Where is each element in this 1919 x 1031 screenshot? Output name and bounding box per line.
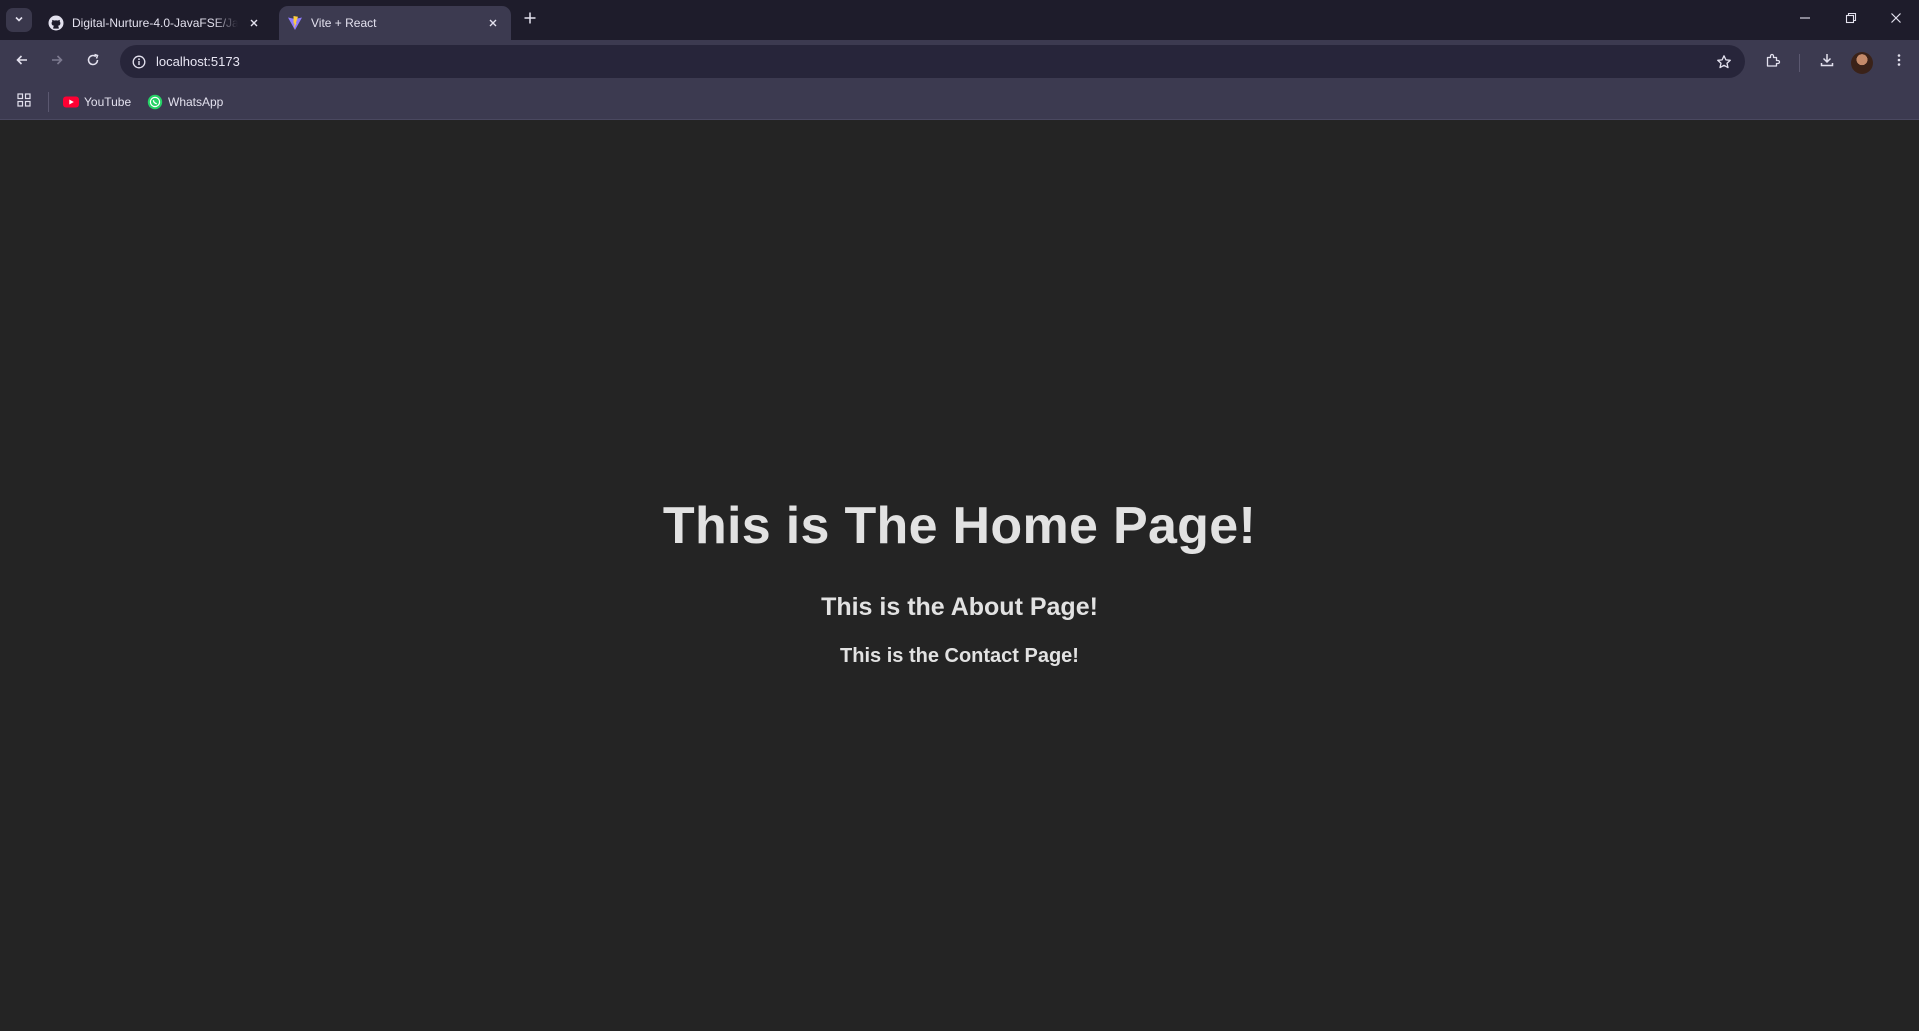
contact-heading: This is the Contact Page! xyxy=(840,645,1079,667)
bookmarks-bar: YouTube WhatsApp xyxy=(0,84,1919,120)
toolbar-divider xyxy=(1799,54,1800,72)
back-button[interactable] xyxy=(9,49,35,75)
tab-title: Vite + React xyxy=(311,16,377,30)
minimize-icon xyxy=(1799,11,1811,29)
minimize-button[interactable] xyxy=(1782,0,1828,40)
arrow-right-icon xyxy=(50,53,64,72)
plus-icon xyxy=(523,11,537,30)
reload-icon xyxy=(86,53,100,72)
bookmark-whatsapp[interactable]: WhatsApp xyxy=(147,90,223,114)
bookmark-star-icon[interactable] xyxy=(1713,51,1735,73)
home-heading: This is The Home Page! xyxy=(662,497,1257,555)
site-info-icon[interactable] xyxy=(128,51,150,73)
apps-button[interactable] xyxy=(15,92,33,112)
arrow-left-icon xyxy=(15,53,29,72)
reload-button[interactable] xyxy=(80,49,106,75)
tab-github[interactable]: Digital-Nurture-4.0-JavaFSE/Jav xyxy=(40,6,272,40)
restore-icon xyxy=(1845,11,1857,29)
puzzle-icon xyxy=(1765,52,1781,73)
about-heading: This is the About Page! xyxy=(821,593,1098,621)
bookmark-youtube[interactable]: YouTube xyxy=(63,90,131,114)
bookmark-label: WhatsApp xyxy=(168,95,224,109)
youtube-icon xyxy=(63,94,79,110)
page-content: This is The Home Page! This is the About… xyxy=(0,120,1919,1031)
extensions-button[interactable] xyxy=(1760,49,1786,75)
new-tab-button[interactable] xyxy=(519,9,541,31)
restore-button[interactable] xyxy=(1828,0,1874,40)
apps-grid-icon xyxy=(17,92,31,112)
close-icon[interactable] xyxy=(483,13,503,33)
chevron-down-icon xyxy=(14,11,24,29)
bookmark-label: YouTube xyxy=(84,95,132,109)
downloads-button[interactable] xyxy=(1814,49,1840,75)
browser-window: Digital-Nurture-4.0-JavaFSE/Jav Vite + R… xyxy=(0,0,1919,1031)
tab-vite-react[interactable]: Vite + React xyxy=(279,6,511,40)
close-window-button[interactable] xyxy=(1873,0,1919,40)
forward-button[interactable] xyxy=(44,49,70,75)
tab-strip: Digital-Nurture-4.0-JavaFSE/Jav Vite + R… xyxy=(0,0,1919,40)
profile-avatar[interactable] xyxy=(1851,52,1873,74)
close-icon xyxy=(1890,11,1902,29)
more-vertical-icon xyxy=(1892,53,1906,72)
whatsapp-icon xyxy=(147,94,163,110)
menu-button[interactable] xyxy=(1886,49,1912,75)
toolbar: localhost:5173 xyxy=(0,40,1919,84)
close-icon[interactable] xyxy=(244,13,264,33)
download-icon xyxy=(1819,52,1835,73)
github-icon xyxy=(48,15,64,31)
tab-search-button[interactable] xyxy=(6,8,32,32)
bookmarks-divider xyxy=(48,92,49,112)
vite-icon xyxy=(287,15,303,31)
address-bar[interactable]: localhost:5173 xyxy=(120,45,1745,78)
url-text: localhost:5173 xyxy=(156,54,240,69)
tab-title: Digital-Nurture-4.0-JavaFSE/Jav xyxy=(72,16,238,30)
